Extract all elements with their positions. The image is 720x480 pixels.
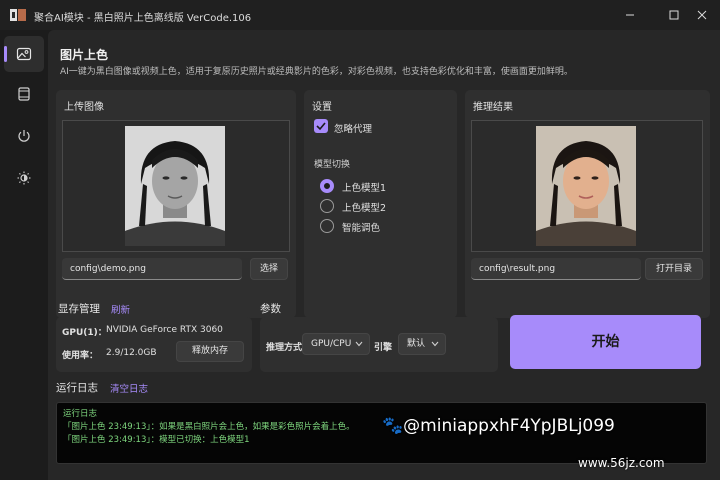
input-image-frame[interactable] xyxy=(62,120,290,252)
maximize-icon xyxy=(669,10,679,20)
log-line: 「图片上色 23:49:13」：模型已切换：上色模型1 xyxy=(63,435,250,445)
gpu-label: GPU(1)： xyxy=(62,328,107,338)
watermark-text: @miniappxhF4YpJBLj099 xyxy=(403,416,615,436)
sidebar-item-power[interactable] xyxy=(4,118,44,154)
engine-select[interactable]: 默认 xyxy=(398,333,446,355)
output-image-frame[interactable] xyxy=(471,120,703,252)
upload-card-title: 上传图像 xyxy=(64,102,104,113)
active-indicator xyxy=(4,46,7,62)
engine-label: 引擎 xyxy=(374,343,393,353)
select-file-button[interactable]: 选择 xyxy=(250,258,288,280)
settings-card: 设置 忽略代理 模型切换 上色模型1 上色模型2 智能调色 xyxy=(304,90,457,318)
params-section-title: 参数 xyxy=(260,303,281,315)
maximize-button[interactable] xyxy=(660,5,688,25)
inference-select[interactable]: GPU/CPU xyxy=(302,333,370,355)
close-icon xyxy=(697,10,707,20)
inference-label: 推理方式 xyxy=(266,343,303,353)
chevron-down-icon xyxy=(355,341,363,347)
check-icon xyxy=(316,122,326,131)
ignore-proxy-label: 忽略代理 xyxy=(334,124,373,135)
model-label-1: 上色模型1 xyxy=(342,183,387,194)
minimize-button[interactable] xyxy=(616,5,644,25)
sidebar-item-image-colorize[interactable] xyxy=(4,36,44,72)
params-card: 推理方式 GPU/CPU 引擎 默认 xyxy=(260,317,498,372)
upload-card: 上传图像 config\demo.png 选择 xyxy=(56,90,296,318)
main-panel: 图片上色 AI一键为黑白图像或视频上色，适用于复原历史照片或经典影片的色彩，对彩… xyxy=(48,30,720,480)
minimize-icon xyxy=(626,14,634,16)
page-description: AI一键为黑白图像或视频上色，适用于复原历史照片或经典影片的色彩，对彩色视频，也… xyxy=(60,67,573,77)
refresh-link[interactable]: 刷新 xyxy=(111,302,130,316)
memory-card: GPU(1)： NVIDIA GeForce RTX 3060 使用率： 2.9… xyxy=(56,317,252,372)
watermark-site: www.56jz.com xyxy=(578,456,665,470)
window-title: 聚合AI模块 - 黑白照片上色离线版 VerCode.106 xyxy=(34,13,252,24)
app-logo-icon xyxy=(10,9,26,21)
watermark: 🐾@miniappxhF4YpJBLj099 xyxy=(382,416,615,436)
close-button[interactable] xyxy=(688,5,716,25)
model-switch-label: 模型切换 xyxy=(314,160,351,170)
start-button[interactable]: 开始 xyxy=(510,315,701,369)
input-path-field[interactable]: config\demo.png xyxy=(62,258,242,280)
result-card-title: 推理结果 xyxy=(473,102,513,113)
settings-card-title: 设置 xyxy=(312,102,332,113)
output-path-field[interactable]: config\result.png xyxy=(471,258,641,280)
power-icon xyxy=(18,130,30,142)
open-directory-button[interactable]: 打开目录 xyxy=(645,258,703,280)
log-line: 「图片上色 23:49:13」：如果是黑白照片会上色，如果是彩色照片会着上色。 xyxy=(63,422,355,432)
gpu-value: NVIDIA GeForce RTX 3060 xyxy=(106,325,223,335)
sidebar-item-theme[interactable] xyxy=(4,160,44,196)
title-bar: 聚合AI模块 - 黑白照片上色离线版 VerCode.106 xyxy=(0,0,720,30)
output-photo xyxy=(536,126,636,246)
memory-section-title: 显存管理 xyxy=(58,303,100,315)
image-icon xyxy=(16,47,32,61)
sidebar xyxy=(0,30,48,480)
brightness-icon xyxy=(17,171,31,185)
input-photo xyxy=(125,126,225,246)
log-section-title: 运行日志 xyxy=(56,382,98,394)
log-line: 运行日志 xyxy=(63,409,98,419)
ignore-proxy-checkbox[interactable] xyxy=(314,119,328,133)
release-memory-button[interactable]: 释放内存 xyxy=(176,341,244,362)
engine-select-value: 默认 xyxy=(407,339,426,349)
clear-log-link[interactable]: 清空日志 xyxy=(110,381,148,395)
model-radio-3[interactable] xyxy=(320,219,334,233)
sidebar-item-video[interactable] xyxy=(4,76,44,112)
page-title: 图片上色 xyxy=(60,48,109,62)
model-radio-1[interactable] xyxy=(320,179,334,193)
inference-select-value: GPU/CPU xyxy=(311,339,352,349)
result-card: 推理结果 config\result.png 打开目录 xyxy=(465,90,710,318)
paw-icon: 🐾 xyxy=(382,416,404,436)
usage-value: 2.9/12.0GB xyxy=(106,348,157,358)
model-label-3: 智能调色 xyxy=(342,223,381,234)
film-icon xyxy=(18,87,30,101)
chevron-down-icon xyxy=(431,341,439,347)
model-radio-2[interactable] xyxy=(320,199,334,213)
usage-label: 使用率： xyxy=(62,351,99,361)
model-label-2: 上色模型2 xyxy=(342,203,387,214)
